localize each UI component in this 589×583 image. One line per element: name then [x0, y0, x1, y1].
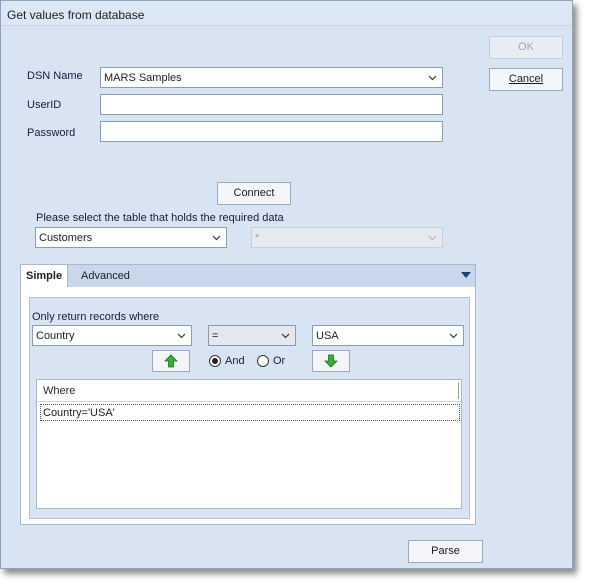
- dsn-name-value: MARS Samples: [104, 72, 182, 84]
- triangle-down-icon[interactable]: [461, 272, 471, 279]
- cancel-label: Cancel: [508, 73, 544, 85]
- parse-button[interactable]: Parse: [408, 540, 483, 563]
- chevron-down-icon: [428, 235, 437, 241]
- where-row[interactable]: Country='USA': [40, 404, 460, 421]
- simple-filter-area: Only return records where Country = USA …: [29, 297, 470, 519]
- and-radio[interactable]: [209, 355, 221, 367]
- or-radio[interactable]: [257, 355, 269, 367]
- column-divider: [458, 382, 459, 399]
- title-bar: Get values from database: [1, 1, 572, 26]
- compare-value: USA: [316, 330, 339, 342]
- tab-strip: Simple Advanced: [21, 265, 475, 287]
- operator-dropdown[interactable]: =: [208, 325, 296, 346]
- tab-advanced[interactable]: Advanced: [76, 265, 135, 287]
- password-field[interactable]: [100, 121, 443, 142]
- userid-label: UserID: [27, 99, 62, 111]
- where-grid-header: Where: [37, 380, 461, 402]
- filter-field-value: Country: [36, 330, 75, 342]
- connect-button[interactable]: Connect: [217, 182, 291, 205]
- chevron-down-icon: [449, 333, 458, 339]
- filter-prompt: Only return records where: [32, 311, 160, 323]
- dsn-name-dropdown[interactable]: MARS Samples: [100, 67, 443, 88]
- filter-field-dropdown[interactable]: Country: [32, 325, 192, 346]
- filter-tab-panel: Simple Advanced Only return records wher…: [20, 264, 476, 525]
- tab-simple[interactable]: Simple: [21, 265, 69, 287]
- cancel-button[interactable]: Cancel: [489, 68, 563, 91]
- ok-button[interactable]: OK: [489, 36, 563, 59]
- get-values-dialog: Get values from database OK Cancel DSN N…: [0, 0, 573, 569]
- chevron-down-icon: [177, 333, 186, 339]
- where-row-text: Country='USA': [43, 407, 115, 419]
- move-up-button[interactable]: [152, 350, 190, 372]
- column-dropdown[interactable]: *: [251, 227, 443, 248]
- table-value: Customers: [39, 232, 93, 244]
- window-title: Get values from database: [7, 8, 145, 22]
- green-up-arrow-icon: [164, 354, 178, 368]
- password-label: Password: [27, 127, 76, 139]
- green-down-arrow-icon: [324, 354, 338, 368]
- move-down-button[interactable]: [312, 350, 350, 372]
- compare-value-dropdown[interactable]: USA: [312, 325, 464, 346]
- table-dropdown[interactable]: Customers: [35, 227, 227, 248]
- table-select-prompt: Please select the table that holds the r…: [36, 212, 284, 224]
- or-label: Or: [273, 355, 286, 367]
- where-grid: Where Country='USA': [36, 379, 462, 509]
- chevron-down-icon: [281, 333, 290, 339]
- dsn-name-label: DSN Name: [27, 70, 83, 82]
- chevron-down-icon: [428, 75, 437, 81]
- userid-field[interactable]: [100, 94, 443, 115]
- and-label: And: [225, 355, 245, 367]
- operator-value: =: [212, 330, 219, 342]
- where-header-label: Where: [43, 385, 76, 397]
- chevron-down-icon: [212, 235, 221, 241]
- column-value: *: [255, 232, 260, 244]
